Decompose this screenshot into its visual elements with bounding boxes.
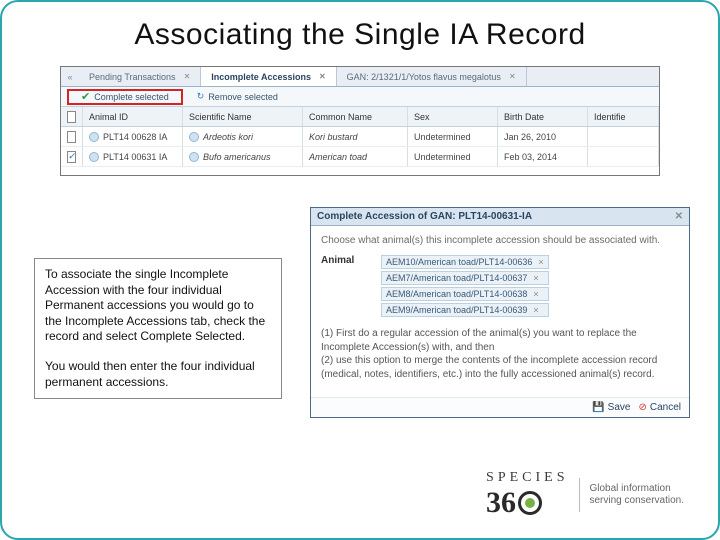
cell-sex: Undetermined [408,127,498,146]
close-icon[interactable]: ✕ [319,72,326,81]
divider [579,478,580,512]
complete-selected-button[interactable]: ✔ Complete selected [73,89,177,104]
animal-tag[interactable]: AEM7/American toad/PLT14-00637× [381,271,549,285]
cancel-button[interactable]: ⊘ Cancel [638,402,681,413]
dialog-title-text: Complete Accession of GAN: PLT14-00631-I… [317,211,532,222]
close-icon[interactable]: ✕ [509,72,516,81]
remove-icon: ↻ [197,91,205,102]
complete-accession-dialog: Complete Accession of GAN: PLT14-00631-I… [310,207,690,418]
footer-logo-block: SPECIES 36 Global information serving co… [486,470,684,520]
instruction-paragraph: You would then enter the four individual… [45,359,271,390]
animal-tag[interactable]: AEM9/American toad/PLT14-00639× [381,303,549,317]
dialog-titlebar: Complete Accession of GAN: PLT14-00631-I… [311,208,689,226]
accessions-grid-panel: « Pending Transactions ✕ Incomplete Acce… [60,66,660,176]
cell-common: American toad [303,147,408,166]
info-icon [89,152,99,162]
remove-tag-icon[interactable]: × [533,305,538,315]
animal-tag[interactable]: AEM8/American toad/PLT14-00638× [381,287,549,301]
cell-identifier [588,147,659,166]
header-common-name[interactable]: Common Name [303,107,408,126]
header-checkbox [61,107,83,126]
step-text: (1) First do a regular accession of the … [321,327,679,354]
tab-pending-transactions[interactable]: Pending Transactions ✕ [79,67,201,86]
checkbox[interactable] [67,111,76,123]
remove-tag-icon[interactable]: × [533,273,538,283]
instruction-paragraph: To associate the single Incomplete Acces… [45,267,271,345]
brand-tagline: Global information serving conservation. [590,483,685,508]
animal-field-label: Animal [321,255,371,266]
tab-label: Incomplete Accessions [211,72,311,82]
checkmark-icon: ✔ [81,90,90,103]
cancel-icon: ⊘ [638,402,646,413]
button-label: Complete selected [94,92,169,102]
header-animal-id[interactable]: Animal ID [83,107,183,126]
table-row[interactable]: ✓ PLT14 00631 IA Bufo americanus America… [61,147,659,167]
save-icon: 💾 [592,402,604,413]
save-button[interactable]: 💾 Save [592,402,630,413]
table-row[interactable]: PLT14 00628 IA Ardeotis kori Kori bustar… [61,127,659,147]
dialog-steps: (1) First do a regular accession of the … [321,327,679,381]
cell-common: Kori bustard [303,127,408,146]
grid-toolbar: ✔ Complete selected ↻ Remove selected [61,87,659,107]
button-label: Remove selected [208,92,278,102]
step-text: (2) use this option to merge the content… [321,354,679,381]
header-birth-date[interactable]: Birth Date [498,107,588,126]
dialog-description: Choose what animal(s) this incomplete ac… [321,234,679,247]
tab-scroll-left-icon[interactable]: « [61,72,79,82]
animal-tag[interactable]: AEM10/American toad/PLT14-00636× [381,255,549,269]
info-icon [189,152,199,162]
header-scientific-name[interactable]: Scientific Name [183,107,303,126]
close-icon[interactable]: ✕ [675,211,683,222]
tab-incomplete-accessions[interactable]: Incomplete Accessions ✕ [201,67,336,86]
cell-birth: Jan 26, 2010 [498,127,588,146]
tab-label: GAN: 2/1321/1/Yotos flavus megalotus [347,72,501,82]
row-checkbox[interactable] [67,131,76,143]
cell-birth: Feb 03, 2014 [498,147,588,166]
animal-tag-list: AEM10/American toad/PLT14-00636× AEM7/Am… [381,255,549,317]
highlight-complete-selected: ✔ Complete selected [67,89,183,105]
header-sex[interactable]: Sex [408,107,498,126]
info-icon [189,132,199,142]
info-icon [89,132,99,142]
cell-scientific: Ardeotis kori [183,127,303,146]
button-label: Cancel [650,402,681,413]
remove-tag-icon[interactable]: × [533,289,538,299]
header-identifier[interactable]: Identifie [588,107,659,126]
slide-title: Associating the Single IA Record [30,18,690,52]
instruction-box: To associate the single Incomplete Acces… [34,258,282,399]
grid-header-row: Animal ID Scientific Name Common Name Se… [61,107,659,127]
cell-sex: Undetermined [408,147,498,166]
brand-word: SPECIES [486,470,568,486]
globe-icon [518,491,542,515]
cell-animal-id: PLT14 00628 IA [83,127,183,146]
remove-selected-button[interactable]: ↻ Remove selected [189,90,286,103]
cell-identifier [588,127,659,146]
row-checkbox[interactable]: ✓ [67,151,77,163]
tabstrip: « Pending Transactions ✕ Incomplete Acce… [61,67,659,87]
dialog-footer: 💾 Save ⊘ Cancel [311,397,689,417]
cell-scientific: Bufo americanus [183,147,303,166]
close-icon[interactable]: ✕ [184,72,191,81]
tab-gan-record[interactable]: GAN: 2/1321/1/Yotos flavus megalotus ✕ [337,67,527,86]
tab-label: Pending Transactions [89,72,176,82]
cell-animal-id: PLT14 00631 IA [83,147,183,166]
remove-tag-icon[interactable]: × [538,257,543,267]
brand-360: 36 [486,486,568,520]
button-label: Save [608,402,631,413]
